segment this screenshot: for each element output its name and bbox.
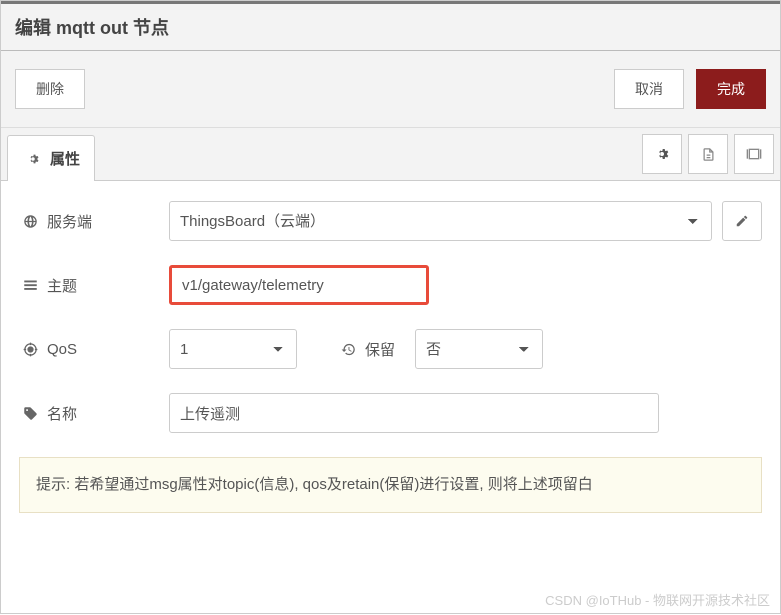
tab-label: 属性 [50,148,80,169]
watermark: CSDN @IoTHub - 物联网开源技术社区 [545,590,770,609]
cancel-button[interactable]: 取消 [614,69,684,109]
topic-label: 主题 [47,275,77,296]
name-label: 名称 [47,403,77,424]
tab-properties[interactable]: 属性 [7,135,95,181]
dialog-header: 编辑 mqtt out 节点 [1,1,780,51]
server-select[interactable]: ThingsBoard（云端） [169,201,712,241]
retain-label: 保留 [365,339,395,360]
done-button[interactable]: 完成 [696,69,766,109]
expand-icon-button[interactable] [734,134,774,174]
target-icon [19,342,41,357]
row-name: 名称 [19,393,762,433]
row-topic: 主题 [19,265,762,305]
server-label: 服务端 [47,211,92,232]
list-icon [19,279,41,292]
history-icon [337,342,359,357]
name-input[interactable] [169,393,659,433]
gear-icon [22,152,44,166]
retain-select[interactable]: 否 [415,329,543,369]
hint-box: 提示: 若希望通过msg属性对topic(信息), qos及retain(保留)… [19,457,762,513]
qos-label: QoS [47,341,77,358]
tab-bar: 属性 [1,128,780,181]
row-server: 服务端 ThingsBoard（云端） [19,201,762,241]
globe-icon [19,214,41,229]
topic-input[interactable] [169,265,429,305]
dialog-title: 编辑 mqtt out 节点 [15,14,169,40]
form-body: 服务端 ThingsBoard（云端） 主题 QoS 1 [1,181,780,533]
row-qos: QoS 1 保留 否 [19,329,762,369]
document-icon-button[interactable] [688,134,728,174]
edit-server-button[interactable] [722,201,762,241]
tag-icon [19,406,41,421]
qos-select[interactable]: 1 [169,329,297,369]
action-bar: 删除 取消 完成 [1,51,780,128]
gear-icon-button[interactable] [642,134,682,174]
delete-button[interactable]: 删除 [15,69,85,109]
